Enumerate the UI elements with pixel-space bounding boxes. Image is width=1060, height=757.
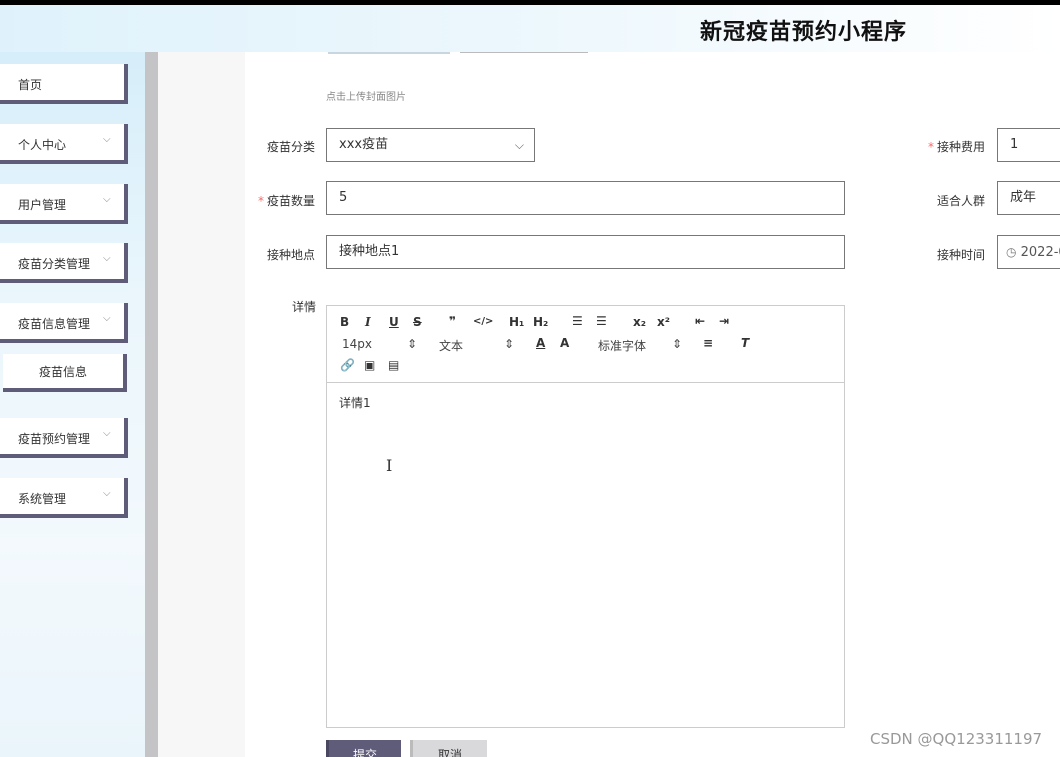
time-value: 2022-0 — [1020, 245, 1060, 260]
sidebar-item-vaccine-appointment[interactable]: 疫苗预约管理 ⌵ — [0, 418, 128, 458]
bold-icon[interactable]: B — [340, 315, 349, 329]
ordered-list-icon[interactable]: ☰ — [572, 314, 583, 328]
sidebar-item-user-management[interactable]: 用户管理 ⌵ — [0, 184, 128, 224]
required-mark: * — [928, 140, 934, 154]
chevron-down-icon: ⌵ — [103, 253, 111, 264]
sidebar-item-system-management[interactable]: 系统管理 ⌵ — [0, 478, 128, 518]
detail-label: 详情 — [292, 300, 317, 314]
sidebar-item-label: 个人中心 — [18, 138, 67, 152]
crowd-value: 成年 — [1010, 190, 1037, 205]
sidebar-item-label: 疫苗预约管理 — [18, 432, 91, 446]
cancel-label: 取消 — [437, 748, 462, 757]
sidebar-item-label: 系统管理 — [18, 492, 67, 506]
sidebar-item-home[interactable]: 首页 — [0, 64, 128, 104]
italic-icon[interactable]: I — [365, 315, 371, 329]
text-cursor-icon: I — [386, 456, 393, 475]
rich-text-editor[interactable]: B I U S ❞ </> H₁ H₂ ☰ ☰ x₂ x² ⇤ ⇥ 14px ⇕… — [326, 305, 845, 728]
fee-value: 1 — [1010, 137, 1019, 152]
category-label: 疫苗分类 — [267, 140, 316, 154]
category-value: xxx疫苗 — [339, 137, 389, 152]
app-header: 新冠疫苗预约小程序 — [0, 5, 1060, 52]
chevron-updown-icon: ⇕ — [407, 337, 418, 351]
crowd-input[interactable]: 成年 — [997, 181, 1060, 215]
quantity-input[interactable]: 5 — [326, 181, 845, 215]
chevron-down-icon: ⌵ — [103, 194, 111, 205]
chevron-updown-icon: ⇕ — [504, 337, 515, 351]
fee-label: * 接种费用 — [928, 140, 986, 154]
indent-icon[interactable]: ⇥ — [719, 314, 729, 328]
clear-format-icon[interactable]: T — [741, 336, 749, 350]
editor-toolbar: B I U S ❞ </> H₁ H₂ ☰ ☰ x₂ x² ⇤ ⇥ 14px ⇕… — [327, 306, 844, 383]
location-value: 接种地点1 — [339, 244, 400, 259]
sidebar-item-label: 疫苗分类管理 — [18, 257, 91, 271]
video-icon[interactable]: ▤ — [388, 358, 399, 372]
align-icon[interactable]: ≡ — [703, 336, 713, 350]
submit-button[interactable]: 提交 — [326, 740, 401, 757]
quantity-label: * 疫苗数量 — [258, 194, 316, 208]
editor-content[interactable]: 详情1 — [339, 394, 371, 411]
link-icon[interactable]: 🔗 — [340, 358, 355, 372]
blockquote-icon[interactable]: ❞ — [449, 314, 456, 328]
font-size-select[interactable]: 14px — [342, 337, 372, 351]
fee-input[interactable]: 1 — [997, 128, 1060, 162]
cover-image-preview[interactable] — [328, 52, 450, 54]
strike-icon[interactable]: S — [413, 315, 422, 329]
sidebar-item-vaccine-info-management[interactable]: 疫苗信息管理 ⌵ — [0, 303, 128, 343]
cancel-button[interactable]: 取消 — [410, 740, 487, 757]
sidebar-item-label: 首页 — [18, 78, 43, 92]
header1-icon[interactable]: H₁ — [509, 315, 524, 329]
quantity-value: 5 — [339, 190, 348, 205]
chevron-down-icon: ⌵ — [103, 428, 111, 439]
sidebar-item-label: 疫苗信息管理 — [18, 317, 91, 331]
subscript-icon[interactable]: x₂ — [633, 315, 646, 329]
chevron-down-icon: ⌵ — [103, 488, 111, 499]
sidebar-item-vaccine-category[interactable]: 疫苗分类管理 ⌵ — [0, 243, 128, 283]
superscript-icon[interactable]: x² — [657, 315, 670, 329]
location-label: 接种地点 — [267, 248, 316, 262]
outdent-icon[interactable]: ⇤ — [695, 314, 705, 328]
app-title: 新冠疫苗预约小程序 — [700, 20, 908, 45]
chevron-down-icon: ⌵ — [514, 138, 524, 152]
image-icon[interactable]: ▣ — [364, 358, 375, 372]
header2-icon[interactable]: H₂ — [533, 315, 548, 329]
font-family-select[interactable]: 标准字体 — [598, 337, 646, 354]
upload-hint: 点击上传封面图片 — [326, 92, 406, 103]
sidebar-item-label: 用户管理 — [18, 198, 67, 212]
text-color-icon[interactable]: A — [536, 336, 545, 350]
time-picker[interactable]: ◷ 2022-0 — [997, 235, 1060, 269]
chevron-down-icon: ⌵ — [103, 313, 111, 324]
underline-icon[interactable]: U — [389, 315, 399, 329]
submit-label: 提交 — [352, 748, 377, 757]
location-input[interactable]: 接种地点1 — [326, 235, 845, 269]
watermark: CSDN @QQ123311197 — [870, 730, 1043, 748]
bullet-list-icon[interactable]: ☰ — [596, 314, 607, 328]
background-color-icon[interactable]: A — [560, 336, 569, 350]
sidebar-subitem-vaccine-info[interactable]: 疫苗信息 — [3, 354, 127, 392]
sidebar-item-label: 疫苗信息 — [38, 365, 87, 379]
required-mark: * — [258, 194, 264, 208]
sidebar-scrollbar[interactable] — [145, 52, 158, 757]
code-block-icon[interactable]: </> — [473, 316, 493, 327]
format-select[interactable]: 文本 — [439, 337, 463, 354]
sidebar-item-personal-center[interactable]: 个人中心 ⌵ — [0, 124, 128, 164]
chevron-down-icon: ⌵ — [103, 134, 111, 145]
category-select[interactable]: xxx疫苗 ⌵ — [326, 128, 535, 162]
crowd-label: 适合人群 — [937, 194, 986, 208]
clock-icon: ◷ — [1006, 245, 1017, 259]
cover-upload-button[interactable] — [460, 52, 588, 53]
chevron-updown-icon: ⇕ — [672, 337, 683, 351]
time-label: 接种时间 — [937, 248, 986, 262]
